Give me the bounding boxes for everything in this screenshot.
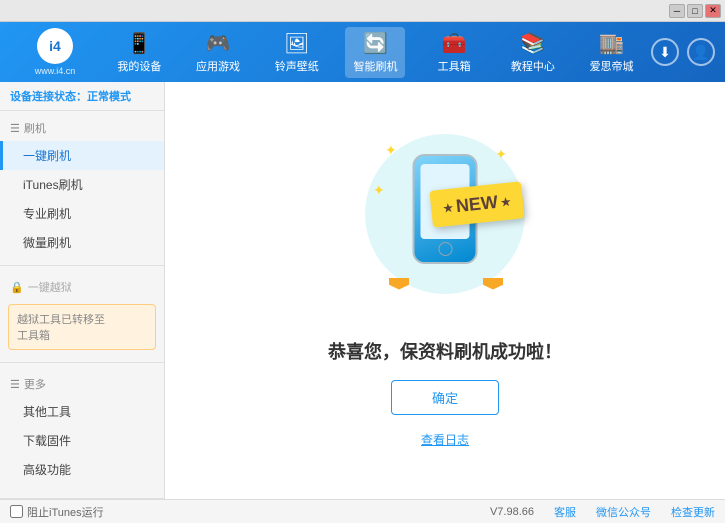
service-link[interactable]: 客服 bbox=[554, 504, 576, 520]
toolbox-icon: 🧰 bbox=[442, 31, 467, 56]
more-section: ☰ 更多 其他工具 下载固件 高级功能 bbox=[0, 367, 164, 488]
jailbreak-group-header: 🔒 一键越狱 bbox=[0, 274, 164, 300]
ringtone-wallpaper-label: 铃声壁纸 bbox=[275, 58, 319, 74]
apps-games-label: 应用游戏 bbox=[196, 58, 240, 74]
divider-2 bbox=[0, 362, 164, 363]
more-group-icon: ☰ bbox=[10, 378, 20, 391]
status-label: 设备连接状态： bbox=[10, 91, 87, 103]
sparkle-1: ✦ bbox=[385, 142, 397, 159]
sparkle-2: ✦ bbox=[495, 146, 507, 163]
celebration-area: ✦ ✦ ✦ ★ NEW ★ 恭喜您，保资料刷机成功啦！ 确定 bbox=[328, 134, 562, 448]
success-text: 恭喜您，保资料刷机成功啦！ bbox=[328, 338, 562, 364]
title-bar: ─ □ ✕ bbox=[0, 0, 725, 22]
bottom-left: 阻止iTunes运行 bbox=[10, 504, 490, 520]
main-area: 设备连接状态：正常模式 ☰ 刷机 一键刷机 iTunes刷机 专业刷机 微量刷机 bbox=[0, 82, 725, 499]
toolbox-label: 工具箱 bbox=[438, 58, 471, 74]
flash-group-header: ☰ 刷机 bbox=[0, 115, 164, 141]
device-status-bar: 设备连接状态：正常模式 bbox=[0, 82, 164, 111]
maximize-button[interactable]: □ bbox=[687, 4, 703, 18]
check-update-link[interactable]: 检查更新 bbox=[671, 504, 715, 520]
close-button[interactable]: ✕ bbox=[705, 4, 721, 18]
confirm-button[interactable]: 确定 bbox=[391, 380, 499, 415]
lock-icon: 🔒 bbox=[10, 281, 24, 294]
download-button[interactable]: ⬇ bbox=[651, 38, 679, 66]
apps-games-icon: 🎮 bbox=[206, 31, 231, 56]
nav-apps-games[interactable]: 🎮 应用游戏 bbox=[188, 27, 248, 78]
other-tools-label: 其他工具 bbox=[23, 405, 71, 419]
sidebar-item-other-tools[interactable]: 其他工具 bbox=[0, 397, 164, 426]
tutorial-center-icon: 📚 bbox=[520, 31, 545, 56]
nav-my-device[interactable]: 📱 我的设备 bbox=[109, 27, 169, 78]
flash-group-label: 刷机 bbox=[24, 120, 46, 136]
sidebar-item-advanced-features[interactable]: 高级功能 bbox=[0, 455, 164, 484]
more-group-label: 更多 bbox=[24, 376, 46, 392]
itunes-flash-label: iTunes刷机 bbox=[23, 178, 83, 192]
download-firmware-label: 下载固件 bbox=[23, 434, 71, 448]
version-text: V7.98.66 bbox=[490, 506, 534, 518]
ribbon-left bbox=[389, 278, 409, 290]
my-device-label: 我的设备 bbox=[117, 58, 161, 74]
nav-smart-flash[interactable]: 🔄 智能刷机 bbox=[345, 27, 405, 78]
tutorial-center-label: 教程中心 bbox=[511, 58, 555, 74]
flash-group-icon: ☰ bbox=[10, 122, 20, 135]
jailbreak-group-label: 一键越狱 bbox=[28, 279, 72, 295]
sidebar-item-one-click-flash[interactable]: 一键刷机 bbox=[0, 141, 164, 170]
wechat-link[interactable]: 微信公众号 bbox=[596, 504, 651, 520]
jailbreak-section: 🔒 一键越狱 越狱工具已转移至 工具箱 bbox=[0, 270, 164, 358]
nav-actions: ⬇ 👤 bbox=[651, 38, 715, 66]
sidebar-item-itunes-flash[interactable]: iTunes刷机 bbox=[0, 170, 164, 199]
phone-home-btn bbox=[438, 242, 452, 256]
smart-flash-icon: 🔄 bbox=[363, 31, 388, 56]
nav-ringtone-wallpaper[interactable]: 🖼 铃声壁纸 bbox=[267, 27, 327, 78]
main-content: ✦ ✦ ✦ ★ NEW ★ 恭喜您，保资料刷机成功啦！ 确定 bbox=[165, 82, 725, 499]
my-device-icon: 📱 bbox=[127, 31, 152, 56]
nav-items: 📱 我的设备 🎮 应用游戏 🖼 铃声壁纸 🔄 智能刷机 🧰 工具箱 📚 教程中心… bbox=[100, 27, 651, 78]
status-value: 正常模式 bbox=[87, 91, 131, 103]
sparkle-3: ✦ bbox=[373, 182, 385, 199]
locked-notice-line2: 工具箱 bbox=[17, 330, 50, 342]
logo-icon: i4 bbox=[37, 28, 73, 64]
top-navigation: i4 www.i4.cn 📱 我的设备 🎮 应用游戏 🖼 铃声壁纸 🔄 智能刷机… bbox=[0, 22, 725, 82]
more-group-header: ☰ 更多 bbox=[0, 371, 164, 397]
locked-notice-line1: 越狱工具已转移至 bbox=[17, 314, 105, 326]
divider-1 bbox=[0, 265, 164, 266]
prevent-itunes-label: 阻止iTunes运行 bbox=[27, 504, 104, 520]
sidebar-item-pro-flash[interactable]: 专业刷机 bbox=[0, 199, 164, 228]
jailbreak-locked-notice: 越狱工具已转移至 工具箱 bbox=[8, 304, 156, 350]
ringtone-wallpaper-icon: 🖼 bbox=[284, 31, 309, 56]
flash-section: ☰ 刷机 一键刷机 iTunes刷机 专业刷机 微量刷机 bbox=[0, 111, 164, 261]
prevent-itunes-checkbox[interactable] bbox=[10, 505, 23, 518]
nav-fan-city[interactable]: 🏬 爱思帝城 bbox=[582, 27, 642, 78]
fan-city-icon: 🏬 bbox=[599, 31, 624, 56]
nav-toolbox[interactable]: 🧰 工具箱 bbox=[424, 27, 484, 78]
nav-tutorial-center[interactable]: 📚 教程中心 bbox=[503, 27, 563, 78]
sidebar-item-micro-flash[interactable]: 微量刷机 bbox=[0, 228, 164, 257]
fan-city-label: 爱思帝城 bbox=[590, 58, 634, 74]
one-click-flash-label: 一键刷机 bbox=[23, 149, 71, 163]
bottom-right: V7.98.66 客服 微信公众号 检查更新 bbox=[490, 504, 715, 520]
bottom-bar: 阻止iTunes运行 V7.98.66 客服 微信公众号 检查更新 bbox=[0, 499, 725, 523]
logo-site: www.i4.cn bbox=[35, 66, 76, 76]
logo-area[interactable]: i4 www.i4.cn bbox=[10, 28, 100, 76]
sidebar: 设备连接状态：正常模式 ☰ 刷机 一键刷机 iTunes刷机 专业刷机 微量刷机 bbox=[0, 82, 165, 499]
logo-symbol: i4 bbox=[49, 38, 61, 54]
sidebar-item-download-firmware[interactable]: 下载固件 bbox=[0, 426, 164, 455]
back-link[interactable]: 查看日志 bbox=[421, 431, 469, 448]
account-button[interactable]: 👤 bbox=[687, 38, 715, 66]
checkbox-row: 自动敢连 跳过向导 bbox=[0, 498, 164, 499]
pro-flash-label: 专业刷机 bbox=[23, 207, 71, 221]
advanced-features-label: 高级功能 bbox=[23, 463, 71, 477]
phone-illustration: ✦ ✦ ✦ ★ NEW ★ bbox=[365, 134, 525, 314]
smart-flash-label: 智能刷机 bbox=[353, 58, 397, 74]
ribbon-right bbox=[483, 278, 503, 290]
minimize-button[interactable]: ─ bbox=[669, 4, 685, 18]
micro-flash-label: 微量刷机 bbox=[23, 236, 71, 250]
